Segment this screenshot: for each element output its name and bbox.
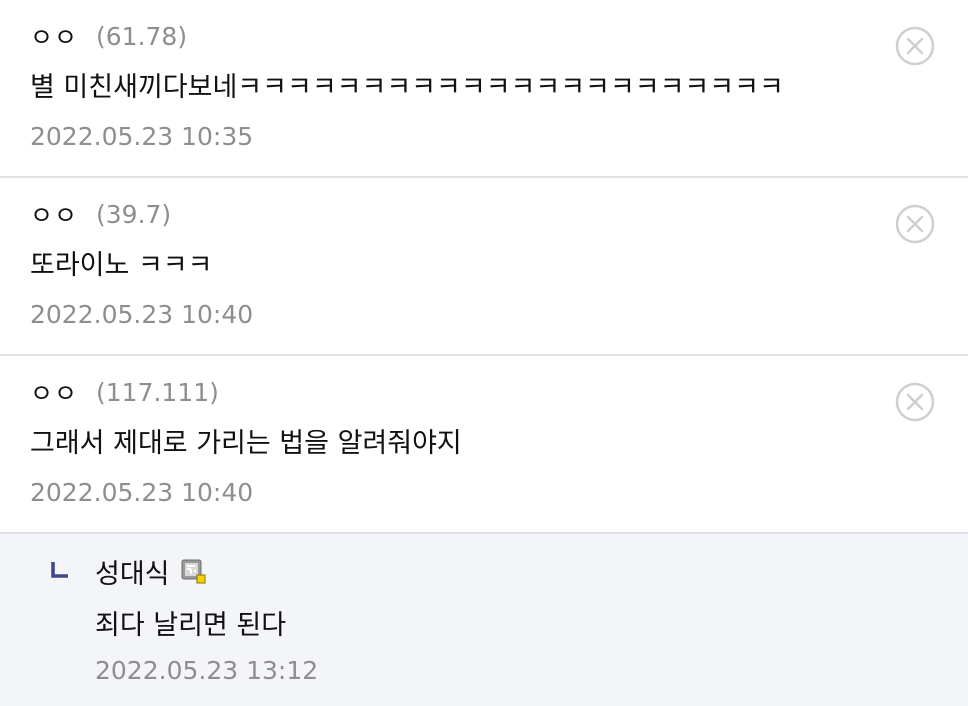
comment-header: ㅇㅇ (39.7): [30, 196, 171, 232]
comment-nickname[interactable]: ㅇㅇ: [30, 18, 78, 54]
reply-text: 죄다 날리면 된다: [95, 610, 287, 641]
reply-arrow-icon: [51, 562, 68, 578]
comment-nickname[interactable]: ㅇㅇ: [30, 196, 78, 232]
comment-text: 별 미친새끼다보네ㅋㅋㅋㅋㅋㅋㅋㅋㅋㅋㅋㅋㅋㅋㅋㅋㅋㅋㅋㅋㅋㅋ: [30, 72, 784, 103]
comment-text: 그래서 제대로 가리는 법을 알려줘야지: [30, 428, 462, 459]
comment-list: ㅇㅇ (61.78) 별 미친새끼다보네ㅋㅋㅋㅋㅋㅋㅋㅋㅋㅋㅋㅋㅋㅋㅋㅋㅋㅋㅋㅋ…: [0, 0, 968, 534]
close-circle-icon: [895, 382, 935, 422]
reply-nickname[interactable]: 성대식: [95, 552, 170, 591]
reply-item: 성대식 죄다 날리면 된다 2022.05.23 13:12: [0, 534, 968, 706]
delete-button[interactable]: [895, 382, 935, 422]
reply-header: 성대식: [95, 552, 208, 590]
comment-date: 2022.05.23 10:40: [30, 478, 254, 507]
reply-date: 2022.05.23 13:12: [95, 656, 319, 685]
comment-ip: (117.111): [96, 377, 219, 407]
comment-text: 또라이노 ㅋㅋㅋ: [30, 250, 213, 281]
delete-button[interactable]: [895, 26, 935, 66]
gallog-icon[interactable]: [180, 557, 208, 585]
delete-button[interactable]: [895, 204, 935, 244]
comment-item: ㅇㅇ (117.111) 그래서 제대로 가리는 법을 알려줘야지 2022.0…: [0, 356, 968, 534]
comment-nickname[interactable]: ㅇㅇ: [30, 374, 78, 410]
comment-ip: (61.78): [96, 21, 188, 51]
comment-item: ㅇㅇ (61.78) 별 미친새끼다보네ㅋㅋㅋㅋㅋㅋㅋㅋㅋㅋㅋㅋㅋㅋㅋㅋㅋㅋㅋㅋ…: [0, 0, 968, 178]
comment-item: ㅇㅇ (39.7) 또라이노 ㅋㅋㅋ 2022.05.23 10:40: [0, 178, 968, 356]
comment-date: 2022.05.23 10:40: [30, 300, 254, 329]
comment-date: 2022.05.23 10:35: [30, 122, 254, 151]
close-circle-icon: [895, 26, 935, 66]
close-circle-icon: [895, 204, 935, 244]
comment-ip: (39.7): [96, 199, 172, 229]
comment-header: ㅇㅇ (117.111): [30, 374, 219, 410]
comment-header: ㅇㅇ (61.78): [30, 18, 187, 54]
